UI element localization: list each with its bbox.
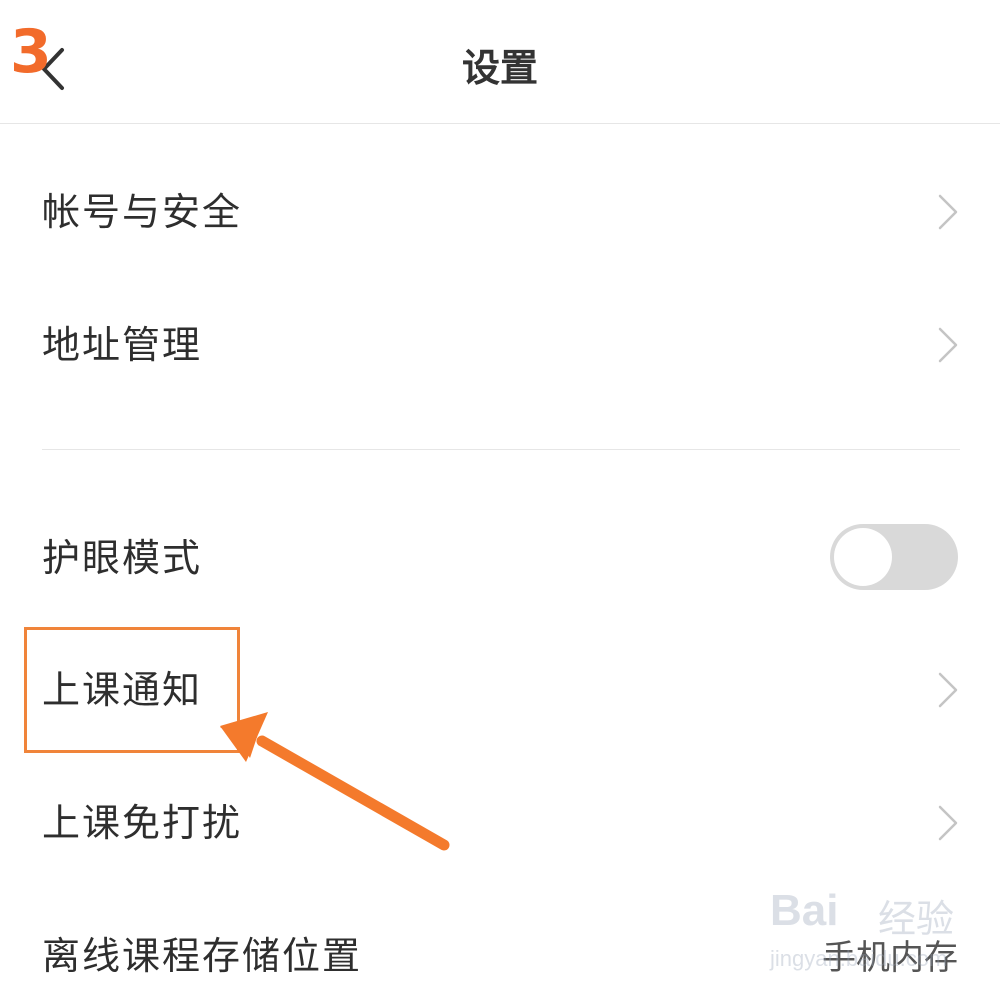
toggle-knob	[834, 528, 892, 586]
settings-item-eye-care-mode: 护眼模式	[0, 508, 1000, 608]
page-title: 设置	[461, 46, 538, 90]
settings-item-label: 护眼模式	[42, 536, 203, 580]
baidu-jingyan-watermark: Bai 经验 jingyan.baidu.com	[770, 880, 990, 990]
watermark-brand: Bai	[770, 886, 839, 935]
tutorial-highlight-box	[24, 627, 240, 753]
settings-item-label: 帐号与安全	[42, 190, 243, 234]
eye-care-toggle[interactable]	[830, 524, 958, 590]
settings-item-address-management[interactable]: 地址管理	[0, 295, 1000, 395]
settings-item-label: 地址管理	[42, 323, 203, 367]
chevron-right-icon	[938, 194, 958, 230]
chevron-right-icon	[938, 672, 958, 708]
chevron-right-icon	[938, 327, 958, 363]
settings-item-class-do-not-disturb[interactable]: 上课免打扰	[0, 773, 1000, 873]
chevron-right-icon	[938, 805, 958, 841]
settings-item-account-security[interactable]: 帐号与安全	[0, 162, 1000, 262]
watermark-url: jingyan.baidu.com	[770, 946, 948, 971]
settings-item-label: 离线课程存储位置	[42, 934, 363, 978]
watermark-cn: 经验	[878, 897, 955, 941]
nav-header: 3 设置	[0, 0, 1000, 124]
section-divider	[42, 449, 960, 450]
settings-item-label: 上课免打扰	[42, 801, 243, 845]
